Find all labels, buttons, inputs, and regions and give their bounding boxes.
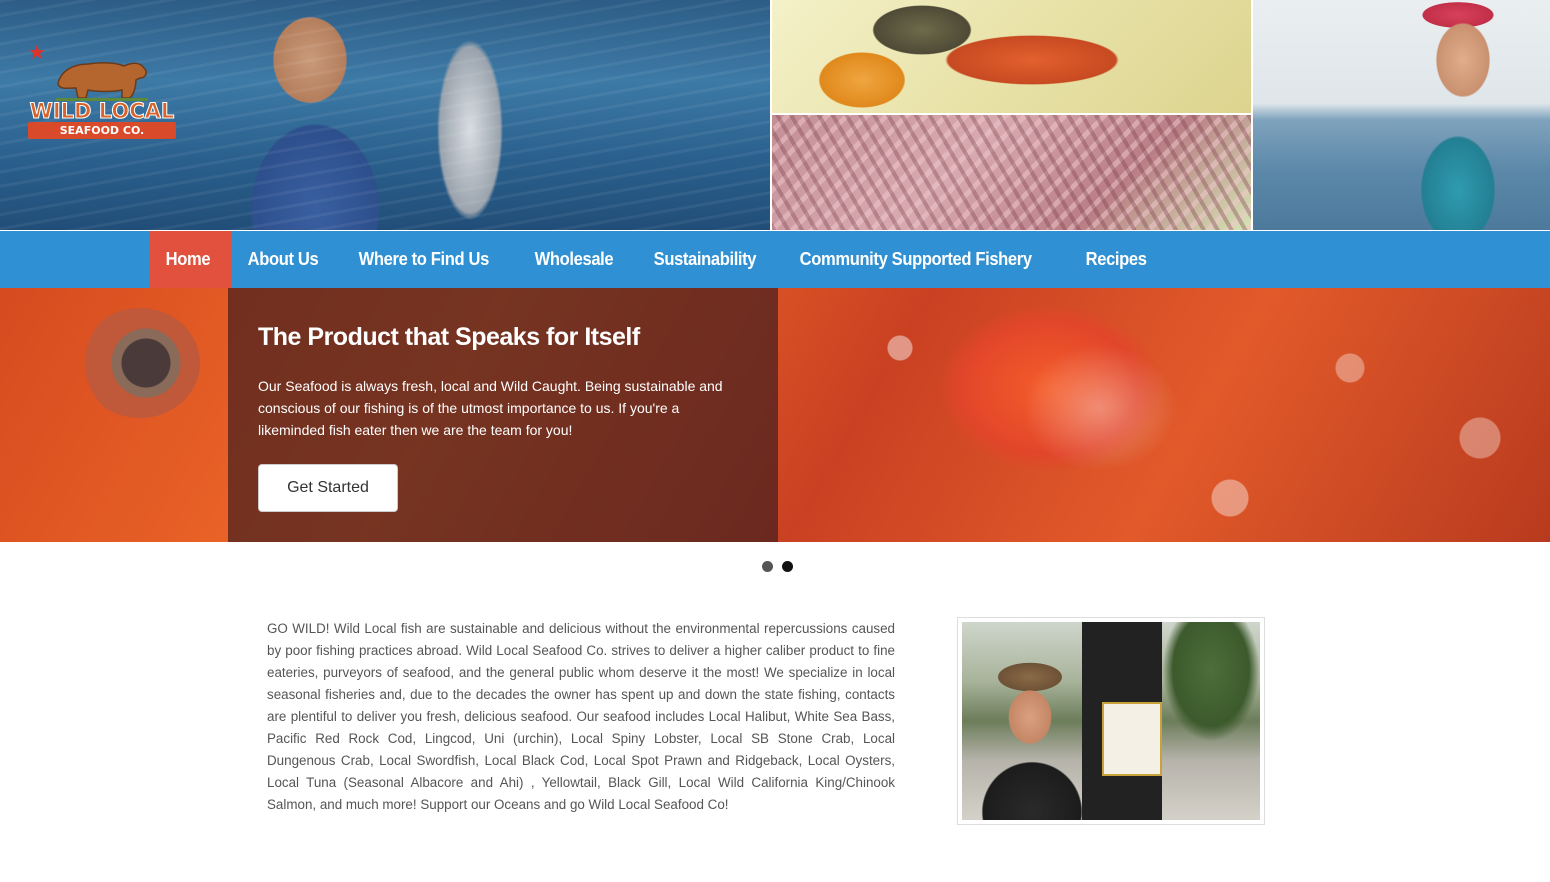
main-nav: Home About Us Where to Find Us Wholesale…: [0, 231, 1550, 288]
nav-link-sustainability[interactable]: Sustainability: [638, 231, 772, 288]
nav-link-home[interactable]: Home: [150, 231, 226, 288]
hero-text: Our Seafood is always fresh, local and W…: [258, 378, 723, 438]
nav-link-where-to-find-us[interactable]: Where to Find Us: [343, 231, 505, 288]
woman-with-fish-photo: [1253, 0, 1550, 230]
about-paragraph: GO WILD! Wild Local fish are sustainable…: [267, 621, 895, 812]
carousel-dot-1[interactable]: [762, 561, 773, 572]
hero-title: The Product that Speaks for Itself: [258, 323, 640, 351]
prawns-photo: [772, 115, 1251, 230]
carousel-dot-2[interactable]: [782, 561, 793, 572]
nav-item-sustainability[interactable]: Sustainability: [638, 231, 783, 288]
nav-item-wholesale[interactable]: Wholesale: [519, 231, 638, 288]
hero-slider: The Product that Speaks for Itself Our S…: [0, 288, 1550, 542]
fish-dish-photo: [772, 0, 1251, 113]
red-star-icon: ★: [28, 40, 46, 64]
nav-item-community-supported-fishery[interactable]: Community Supported Fishery: [784, 231, 1070, 288]
nav-link-community-supported-fishery[interactable]: Community Supported Fishery: [784, 231, 1047, 288]
site-logo[interactable]: ★ WILD LOCAL SEAFOOD CO.: [26, 42, 178, 142]
carousel-indicators: [762, 561, 793, 572]
nav-list: Home About Us Where to Find Us Wholesale…: [150, 231, 1170, 288]
header-banner: ★ WILD LOCAL SEAFOOD CO.: [0, 0, 1550, 231]
logo-title: WILD LOCAL: [29, 99, 175, 123]
nav-item-recipes[interactable]: Recipes: [1070, 231, 1170, 288]
nav-item-home[interactable]: Home: [150, 231, 233, 288]
owner-photo: [962, 622, 1260, 820]
logo-subtitle: SEAFOOD CO.: [28, 122, 176, 139]
nav-item-where-to-find-us[interactable]: Where to Find Us: [343, 231, 519, 288]
bear-icon: [56, 61, 148, 101]
nav-link-wholesale[interactable]: Wholesale: [519, 231, 629, 288]
get-started-button[interactable]: Get Started: [258, 464, 398, 512]
nav-item-about-us[interactable]: About Us: [232, 231, 343, 288]
fish-eye-image: [80, 308, 200, 418]
owner-photo-card: [957, 617, 1265, 825]
nav-link-about-us[interactable]: About Us: [232, 231, 334, 288]
hero-caption-panel: The Product that Speaks for Itself Our S…: [228, 288, 778, 542]
nav-link-recipes[interactable]: Recipes: [1070, 231, 1162, 288]
